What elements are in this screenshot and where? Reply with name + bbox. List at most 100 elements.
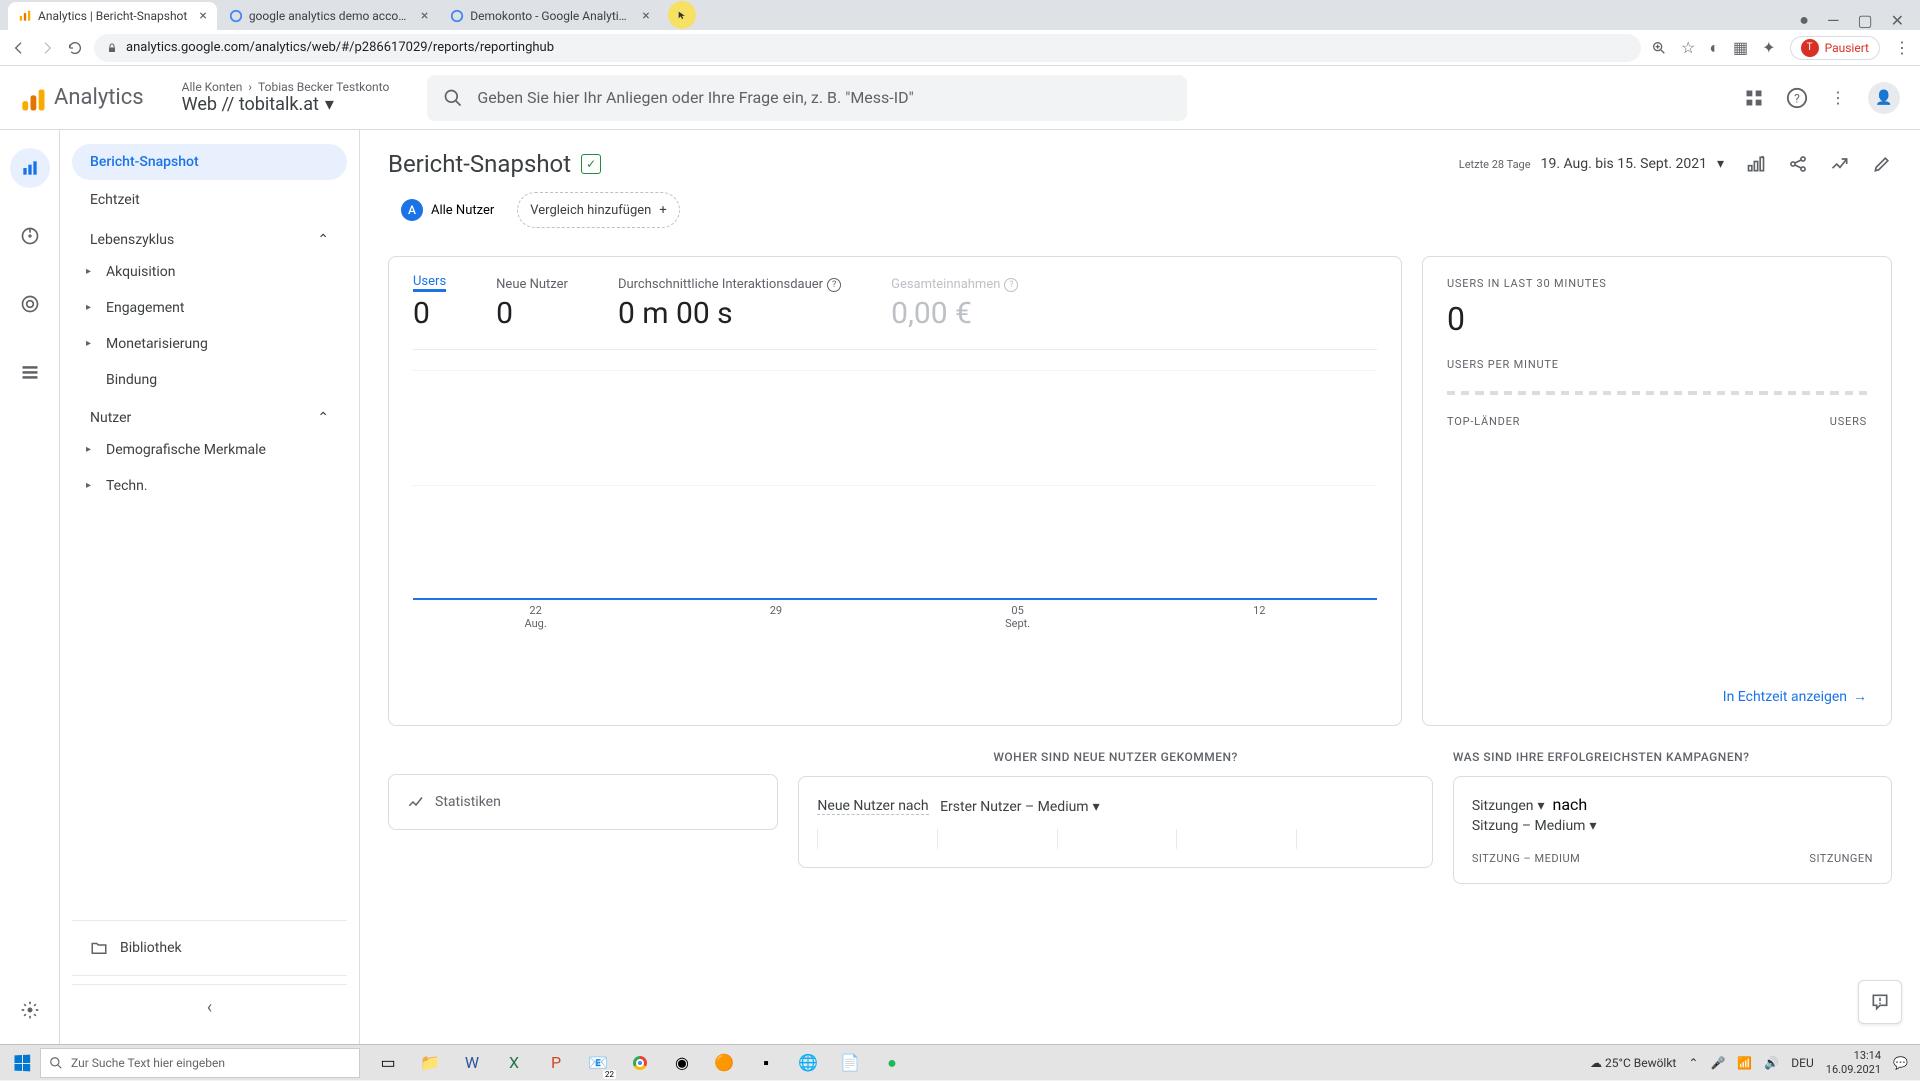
collapse-sidenav-button[interactable]: ‹ xyxy=(72,984,347,1030)
forward-button[interactable] xyxy=(38,39,56,57)
weather-widget[interactable]: ☁ 25°C Bewölkt xyxy=(1590,1056,1676,1070)
rail-explore[interactable] xyxy=(10,216,50,256)
obs-icon[interactable]: ◉ xyxy=(662,1045,702,1081)
sidenav-sub-engagement[interactable]: Engagement xyxy=(72,290,347,326)
share-icon[interactable] xyxy=(1788,154,1808,174)
profile-chip[interactable]: T Pausiert xyxy=(1790,36,1880,60)
sidenav-sub-acquisition[interactable]: Akquisition xyxy=(72,254,347,290)
sidenav-item-snapshot[interactable]: Bericht-Snapshot xyxy=(72,144,347,180)
dimension-selector[interactable]: Sitzung – Medium ▾ xyxy=(1472,818,1597,834)
page-title: Bericht-Snapshot xyxy=(388,150,571,178)
tray-chevron-icon[interactable]: ⌃ xyxy=(1688,1056,1698,1070)
rail-admin[interactable] xyxy=(10,990,50,1030)
new-tab-button[interactable] xyxy=(668,1,696,29)
sidenav-library[interactable]: Bibliothek xyxy=(72,929,347,967)
task-view-icon[interactable]: ▭ xyxy=(368,1045,408,1081)
metric-new-users[interactable]: Neue Nutzer 0 xyxy=(496,277,568,331)
metrics-tabs: Users 0 Neue Nutzer 0 Durchschnittliche … xyxy=(413,277,1377,350)
minimize-button[interactable]: — xyxy=(1827,11,1840,30)
segment-all-users[interactable]: A Alle Nutzer xyxy=(388,192,507,228)
app-icon[interactable]: ▪ xyxy=(746,1045,786,1081)
chrome-icon[interactable] xyxy=(620,1045,660,1081)
view-realtime-link[interactable]: In Echtzeit anzeigen → xyxy=(1447,688,1867,705)
rail-reports[interactable] xyxy=(10,148,50,188)
analytics-logo[interactable]: Analytics xyxy=(20,85,144,110)
zoom-icon[interactable] xyxy=(1651,40,1667,56)
tab-close-icon[interactable]: × xyxy=(421,8,428,24)
back-button[interactable] xyxy=(10,39,28,57)
sidenav-section-lifecycle[interactable]: Lebenszyklus ⌃ xyxy=(72,220,347,254)
customize-icon[interactable] xyxy=(1746,154,1766,174)
divider xyxy=(72,920,347,921)
sidenav-section-user[interactable]: Nutzer ⌃ xyxy=(72,398,347,432)
notepad-icon[interactable]: 📄 xyxy=(830,1045,870,1081)
folder-icon xyxy=(90,939,108,957)
incognito-icon[interactable]: ● xyxy=(1799,10,1809,30)
verified-badge-icon[interactable]: ✓ xyxy=(581,154,601,174)
account-avatar[interactable]: 👤 xyxy=(1868,82,1900,114)
reload-button[interactable] xyxy=(66,39,84,57)
bookmark-icon[interactable]: ☆ xyxy=(1681,38,1695,57)
explorer-icon[interactable]: 📁 xyxy=(410,1045,450,1081)
edit-icon[interactable] xyxy=(1872,154,1892,174)
sidenav-sub-demographics[interactable]: Demografische Merkmale xyxy=(72,432,347,468)
start-button[interactable] xyxy=(4,1045,40,1081)
metric-revenue[interactable]: Gesamteinnahmen ? 0,00 € xyxy=(891,277,1018,331)
extensions-menu-icon[interactable]: ✦ xyxy=(1762,38,1775,57)
add-comparison-button[interactable]: Vergleich hinzufügen + xyxy=(517,192,679,228)
wifi-icon[interactable]: 📶 xyxy=(1737,1056,1752,1070)
browser-tab[interactable]: google analytics demo account × xyxy=(219,2,438,30)
feedback-button[interactable] xyxy=(1858,980,1902,1024)
excel-icon[interactable]: X xyxy=(494,1045,534,1081)
metric-users[interactable]: Users 0 xyxy=(413,277,446,331)
browser-tab-active[interactable]: Analytics | Bericht-Snapshot × xyxy=(8,2,217,30)
account-selector[interactable]: Alle Konten › Tobias Becker Testkonto We… xyxy=(182,80,390,115)
header-actions: ? ⋮ 👤 xyxy=(1744,82,1900,114)
rail-configure[interactable] xyxy=(10,352,50,392)
date-range-label: Letzte 28 Tage xyxy=(1459,158,1531,171)
tab-close-icon[interactable]: × xyxy=(199,8,206,24)
mail-icon[interactable]: 📧22 xyxy=(578,1045,618,1081)
browser-tab[interactable]: Demokonto - Google Analytics-H × xyxy=(440,2,659,30)
chrome-menu-icon[interactable]: ⋮ xyxy=(1894,38,1910,57)
metric-engagement-time[interactable]: Durchschnittliche Interaktionsdauer ? 0 … xyxy=(618,277,841,331)
microphone-icon[interactable]: 🎤 xyxy=(1710,1056,1725,1070)
chevron-down-icon: ▾ xyxy=(1093,799,1100,815)
spotify-icon[interactable]: ● xyxy=(872,1045,912,1081)
word-icon[interactable]: W xyxy=(452,1045,492,1081)
tab-close-icon[interactable]: × xyxy=(642,8,649,24)
metric-selector[interactable]: Sitzungen ▾ xyxy=(1472,798,1545,814)
address-bar[interactable]: analytics.google.com/analytics/web/#/p28… xyxy=(94,34,1641,62)
browser-toolbar: analytics.google.com/analytics/web/#/p28… xyxy=(0,30,1920,66)
powerpoint-icon[interactable]: P xyxy=(536,1045,576,1081)
extension-icon[interactable]: ▦ xyxy=(1733,38,1748,57)
insights-icon[interactable] xyxy=(1830,154,1850,174)
sidenav-item-realtime[interactable]: Echtzeit xyxy=(72,182,347,218)
clock[interactable]: 13:14 16.09.2021 xyxy=(1826,1049,1881,1075)
search-input[interactable]: Geben Sie hier Ihr Anliegen oder Ihre Fr… xyxy=(427,75,1187,121)
dimension-selector[interactable]: Neue Nutzer nach Erster Nutzer – Medium … xyxy=(817,798,1099,815)
edge-icon[interactable]: 🌐 xyxy=(788,1045,828,1081)
sidenav-sub-retention[interactable]: Bindung xyxy=(72,362,347,398)
date-range-picker[interactable]: Letzte 28 Tage 19. Aug. bis 15. Sept. 20… xyxy=(1459,156,1724,172)
help-icon[interactable]: ? xyxy=(1786,87,1808,109)
maximize-button[interactable]: ▢ xyxy=(1857,11,1872,30)
extension-icon[interactable]: ◐ xyxy=(1709,38,1719,58)
volume-icon[interactable]: 🔊 xyxy=(1764,1056,1779,1070)
taskbar-search[interactable]: Zur Suche Text hier eingeben xyxy=(40,1048,360,1078)
kebab-menu-icon[interactable]: ⋮ xyxy=(1830,88,1846,107)
app-icon[interactable]: 🟠 xyxy=(704,1045,744,1081)
close-window-button[interactable]: ✕ xyxy=(1891,11,1904,30)
sidenav-sub-monetization[interactable]: Monetarisierung xyxy=(72,326,347,362)
help-icon[interactable]: ? xyxy=(827,278,841,292)
rail-advertising[interactable] xyxy=(10,284,50,324)
notifications-icon[interactable]: 💬 xyxy=(1893,1056,1908,1070)
segment-label: Alle Nutzer xyxy=(431,203,494,218)
help-icon[interactable]: ? xyxy=(1004,278,1018,292)
chevron-down-icon[interactable]: ▾ xyxy=(325,94,334,115)
segment-badge-icon: A xyxy=(401,199,423,221)
language-indicator[interactable]: DEU xyxy=(1791,1056,1813,1070)
apps-icon[interactable] xyxy=(1744,88,1764,108)
sessions-selector-row: Sitzungen ▾ nach xyxy=(1472,795,1873,814)
sidenav-sub-tech[interactable]: Techn. xyxy=(72,468,347,504)
